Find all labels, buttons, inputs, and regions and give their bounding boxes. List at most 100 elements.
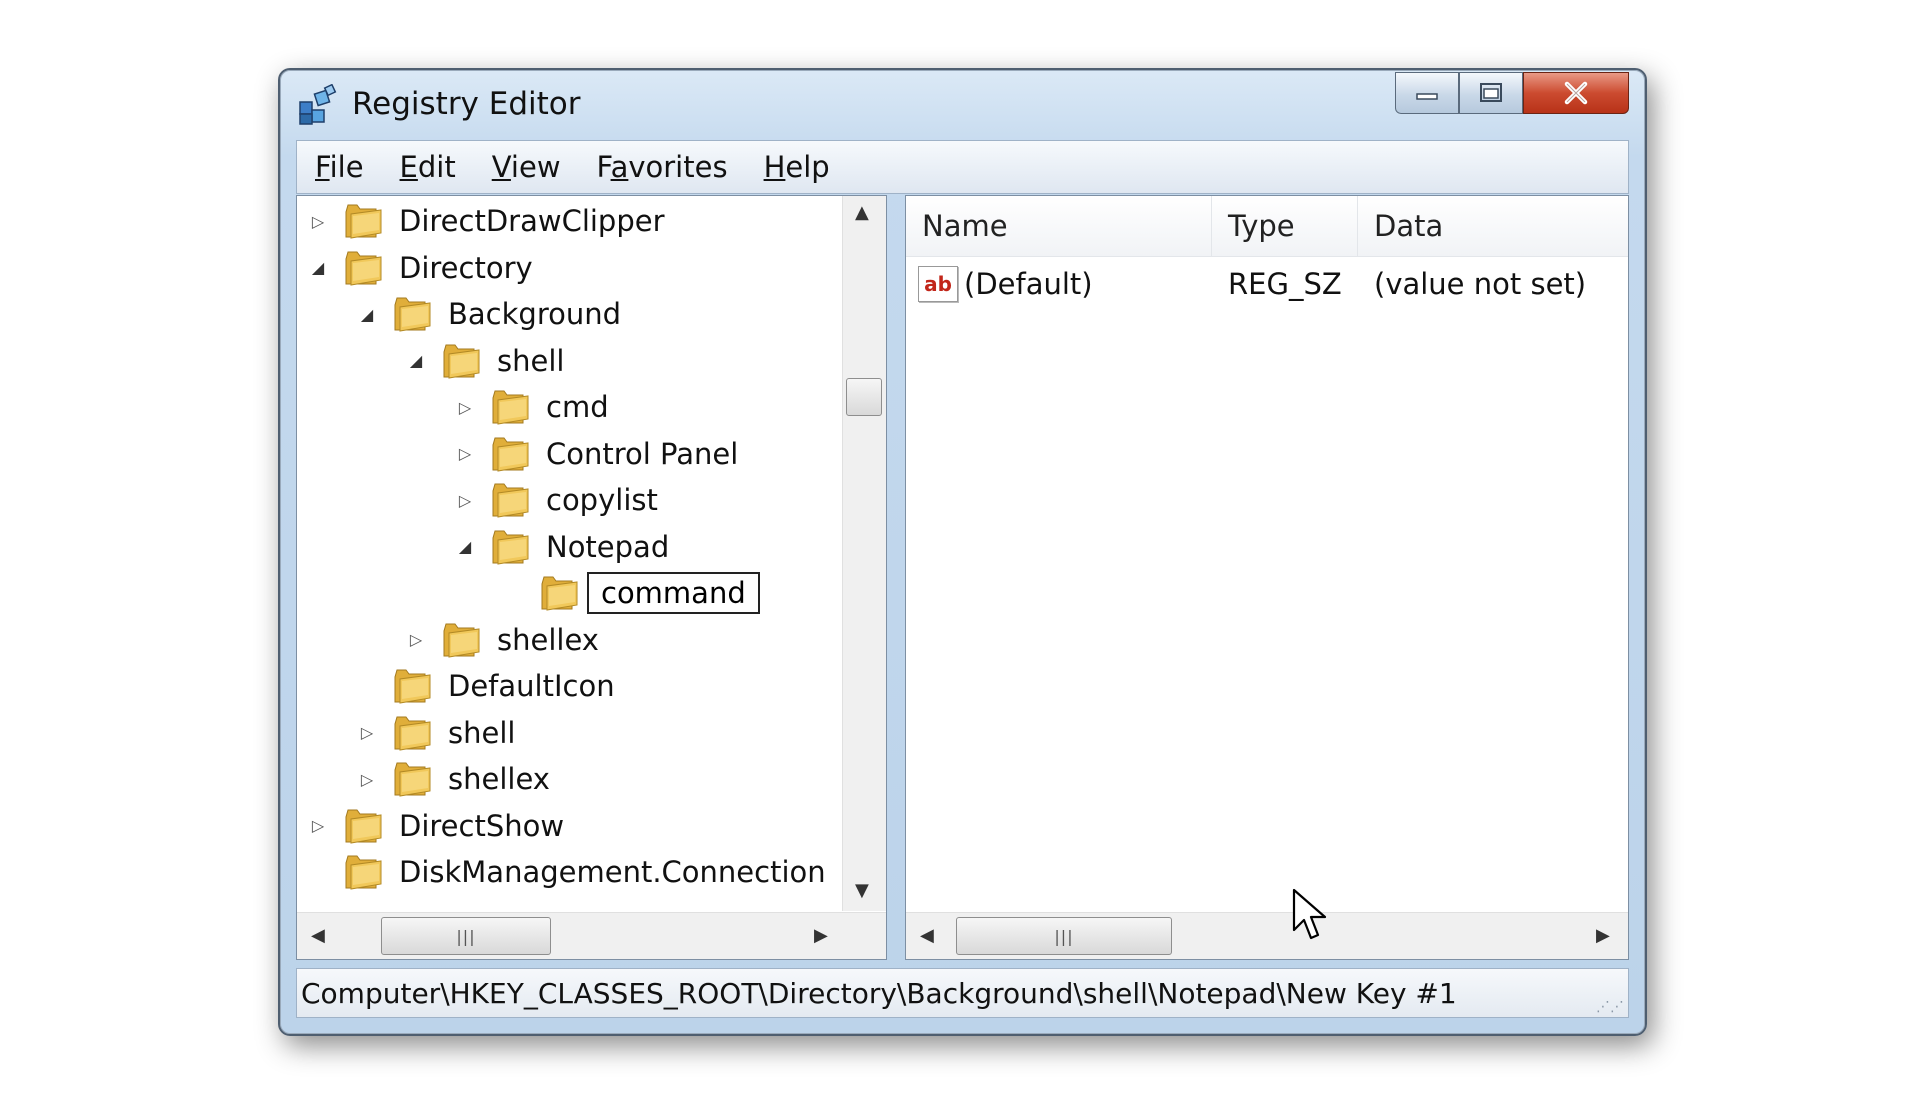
tree-node-label: DiskManagement.Connection	[399, 855, 826, 889]
tree-node-shell[interactable]: ▷ shell	[356, 710, 515, 756]
folder-icon	[343, 807, 385, 845]
expand-arrow-icon[interactable]: ▷	[454, 443, 476, 465]
scroll-up-arrow-icon[interactable]: ▲	[855, 202, 869, 223]
expand-arrow-icon[interactable]: ▷	[356, 722, 378, 744]
folder-icon	[539, 574, 581, 612]
expand-arrow-icon[interactable]: ▷	[307, 210, 329, 232]
scroll-left-arrow-icon[interactable]: ◀	[920, 925, 934, 946]
registry-editor-icon	[299, 84, 337, 125]
column-header-name[interactable]: Name	[906, 196, 1212, 256]
maximize-icon	[1480, 83, 1502, 102]
no-expander	[307, 861, 329, 883]
rename-key-input[interactable]: command	[587, 572, 760, 614]
folder-icon	[490, 435, 532, 473]
menu-favorites[interactable]: Favorites	[597, 150, 728, 184]
values-pane[interactable]: Name Type Data ab (Default) REG_SZ (valu…	[905, 195, 1629, 960]
folder-icon	[490, 388, 532, 426]
folder-icon	[490, 528, 532, 566]
tree-node-label: cmd	[546, 390, 609, 424]
scroll-right-arrow-icon[interactable]: ▶	[1596, 925, 1610, 946]
status-path: Computer\HKEY_CLASSES_ROOT\Directory\Bac…	[301, 976, 1457, 1010]
tree-node-cmd[interactable]: ▷ cmd	[454, 384, 609, 430]
menu-bar: File Edit View Favorites Help	[296, 140, 1629, 194]
registry-editor-window: Registry Editor File Edit View Favorites…	[278, 68, 1647, 1036]
title-bar[interactable]: Registry Editor	[280, 70, 1645, 136]
tree-node-control-panel[interactable]: ▷ Control Panel	[454, 431, 738, 477]
collapse-arrow-icon[interactable]: ◢	[405, 350, 427, 372]
tree-node-background[interactable]: ◢ Background	[356, 291, 621, 337]
no-expander	[356, 675, 378, 697]
scroll-right-arrow-icon[interactable]: ▶	[814, 925, 828, 946]
window-title: Registry Editor	[352, 86, 581, 122]
tree-node-directshow[interactable]: ▷ DirectShow	[307, 803, 564, 849]
resize-grip-icon[interactable]: ⋰⋰	[1596, 999, 1624, 1015]
collapse-arrow-icon[interactable]: ◢	[356, 303, 378, 325]
tree-node-label: Background	[448, 297, 622, 331]
expand-arrow-icon[interactable]: ▷	[454, 396, 476, 418]
tree-node-shell[interactable]: ◢ shell	[405, 338, 564, 384]
string-value-icon: ab	[918, 266, 958, 302]
values-horizontal-scrollbar[interactable]: ◀ ||| ▶	[906, 912, 1628, 959]
tree-node-label: DirectShow	[399, 808, 565, 843]
collapse-arrow-icon[interactable]: ◢	[307, 257, 329, 279]
tree-node-diskmanagement-connection[interactable]: DiskManagement.Connection	[307, 849, 826, 895]
tree-node-directory[interactable]: ◢ Directory	[307, 245, 533, 291]
tree-node-directdrawclipper[interactable]: ▷ DirectDrawClipper	[307, 198, 665, 244]
tree-node-label: shellex	[448, 762, 550, 796]
tree-node-label: shellex	[497, 622, 599, 657]
expand-arrow-icon[interactable]: ▷	[356, 768, 378, 790]
scroll-left-arrow-icon[interactable]: ◀	[311, 925, 325, 946]
folder-icon	[441, 621, 483, 659]
close-button[interactable]	[1523, 72, 1629, 114]
value-name-cell: ab (Default)	[918, 258, 1093, 310]
menu-view[interactable]: View	[492, 150, 561, 184]
folder-icon	[392, 714, 434, 752]
column-header-type[interactable]: Type	[1212, 196, 1358, 256]
key-tree-pane[interactable]: ▷ DirectDrawClipper ◢ Directory ◢ Background ◢…	[296, 195, 887, 960]
tree-horizontal-scroll-thumb[interactable]: |||	[381, 917, 551, 955]
close-icon	[1564, 81, 1588, 105]
tree-node-defaulticon[interactable]: DefaultIcon	[356, 663, 615, 709]
no-expander	[503, 582, 525, 604]
tree-node-label: copylist	[546, 483, 658, 517]
maximize-button[interactable]	[1459, 72, 1523, 114]
folder-icon	[392, 760, 434, 798]
scroll-down-arrow-icon[interactable]: ▼	[855, 880, 869, 901]
tree-node-command[interactable]: command	[503, 570, 760, 616]
window-controls	[1395, 72, 1629, 114]
collapse-arrow-icon[interactable]: ◢	[454, 536, 476, 558]
folder-icon	[343, 202, 385, 240]
mouse-cursor-icon	[1292, 888, 1327, 940]
folder-icon	[343, 853, 385, 891]
tree-horizontal-scrollbar[interactable]: ◀ ||| ▶	[297, 912, 886, 959]
tree-node-label: DirectDrawClipper	[399, 204, 665, 238]
folder-icon	[490, 481, 532, 519]
minimize-button[interactable]	[1395, 72, 1459, 114]
values-column-header: Name Type Data	[906, 196, 1628, 257]
values-horizontal-scroll-thumb[interactable]: |||	[956, 917, 1172, 955]
tree-node-label: shell	[448, 715, 516, 750]
tree-node-shellex[interactable]: ▷ shellex	[405, 617, 599, 663]
menu-help[interactable]: Help	[764, 150, 830, 184]
expand-arrow-icon[interactable]: ▷	[454, 489, 476, 511]
expand-arrow-icon[interactable]: ▷	[405, 629, 427, 651]
minimize-icon	[1416, 93, 1438, 100]
column-header-data[interactable]: Data	[1358, 196, 1628, 256]
tree-node-shellex[interactable]: ▷ shellex	[356, 756, 550, 802]
tree-node-label: Control Panel	[546, 436, 739, 471]
tree-node-label: Notepad	[546, 529, 670, 564]
tree-vertical-scroll-thumb[interactable]	[846, 378, 882, 416]
value-data-cell: (value not set)	[1374, 267, 1587, 301]
tree-node-notepad[interactable]: ◢ Notepad	[454, 524, 669, 570]
tree-node-label: shell	[497, 343, 565, 378]
folder-icon	[441, 342, 483, 380]
menu-file[interactable]: File	[315, 150, 364, 184]
folder-icon	[392, 667, 434, 705]
value-row[interactable]: ab (Default) REG_SZ (value not set)	[906, 258, 1628, 310]
menu-edit[interactable]: Edit	[400, 150, 456, 184]
status-bar: Computer\HKEY_CLASSES_ROOT\Directory\Bac…	[296, 968, 1629, 1018]
expand-arrow-icon[interactable]: ▷	[307, 815, 329, 837]
tree-vertical-scrollbar[interactable]: ▲ ▼	[842, 196, 886, 911]
tree-node-copylist[interactable]: ▷ copylist	[454, 477, 658, 523]
folder-icon	[343, 249, 385, 287]
